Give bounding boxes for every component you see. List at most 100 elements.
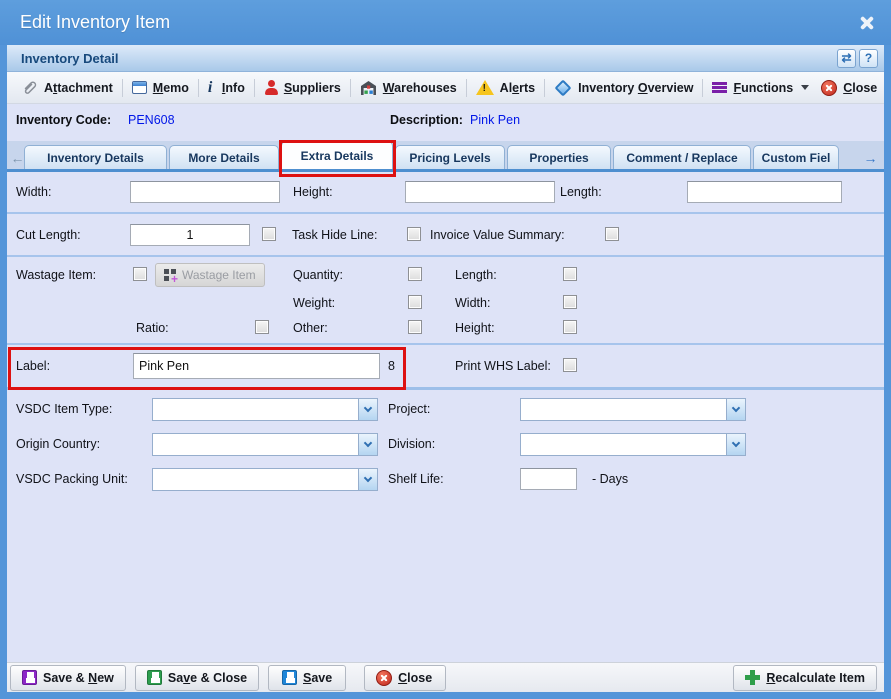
label-input[interactable] bbox=[133, 353, 380, 379]
selects-block: VSDC Item Type: Project: Origin Country:… bbox=[7, 390, 884, 502]
tab-scroll-right-button[interactable] bbox=[862, 149, 879, 166]
shelf-life-label: Shelf Life: bbox=[388, 472, 444, 486]
toolbar-separator bbox=[544, 79, 545, 97]
quantity-checkbox[interactable] bbox=[408, 267, 422, 281]
titlebar: Edit Inventory Item bbox=[0, 0, 891, 45]
help-button[interactable] bbox=[859, 49, 878, 68]
print-whs-label-label: Print WHS Label: bbox=[455, 359, 551, 373]
toolbar-item-label: Suppliers bbox=[284, 81, 341, 95]
toolbar-item-label: Inventory Overview bbox=[578, 81, 693, 95]
height-input[interactable] bbox=[405, 181, 555, 203]
height-label: Height: bbox=[293, 185, 333, 199]
task-hide-line-label: Task Hide Line: bbox=[292, 228, 377, 242]
tab-extra-details[interactable]: Extra Details bbox=[281, 141, 393, 169]
toolbar-item-functions[interactable]: Functions bbox=[706, 78, 815, 98]
recalculate-item-button[interactable]: Recalculate Item bbox=[733, 665, 877, 691]
weight-label: Weight: bbox=[293, 296, 335, 310]
chevron-down-icon bbox=[358, 399, 377, 420]
chevron-down-icon bbox=[726, 434, 745, 455]
green-squares-icon bbox=[745, 670, 760, 685]
tabs: Inventory Details More Details Extra Det… bbox=[24, 141, 841, 169]
origin-country-select[interactable] bbox=[152, 433, 378, 456]
wastage-height-checkbox[interactable] bbox=[563, 320, 577, 334]
toolbar-item-attachment[interactable]: Attachment bbox=[16, 77, 119, 99]
toolbar-item-inventory-overview[interactable]: Inventory Overview bbox=[548, 78, 699, 98]
toolbar: Attachment Memo Info Suppliers bbox=[7, 72, 884, 104]
window-close-icon[interactable] bbox=[857, 13, 877, 33]
cut-length-row: Cut Length: Task Hide Line: Invoice Valu… bbox=[7, 214, 884, 257]
length-input[interactable] bbox=[687, 181, 842, 203]
shelf-life-suffix: - Days bbox=[592, 472, 628, 486]
description-label: Description: bbox=[390, 113, 463, 127]
tab-inventory-details[interactable]: Inventory Details bbox=[24, 145, 167, 169]
save-and-close-button[interactable]: Save & Close bbox=[135, 665, 259, 691]
item-summary-row: Inventory Code: PEN608 Description: Pink… bbox=[7, 104, 884, 135]
other-label: Other: bbox=[293, 321, 328, 335]
wastage-width-checkbox[interactable] bbox=[563, 295, 577, 309]
origin-country-label: Origin Country: bbox=[16, 437, 100, 451]
toolbar-item-suppliers[interactable]: Suppliers bbox=[258, 77, 347, 98]
alert-triangle-icon bbox=[476, 80, 494, 95]
menu-bars-icon bbox=[712, 81, 727, 94]
button-label: Save & New bbox=[43, 671, 114, 685]
toolbar-item-label: Close bbox=[843, 81, 877, 95]
description-value: Pink Pen bbox=[470, 113, 520, 127]
shelf-life-input[interactable] bbox=[520, 468, 577, 490]
length-label: Length: bbox=[560, 185, 602, 199]
division-select[interactable] bbox=[520, 433, 746, 456]
diamond-icon bbox=[555, 79, 572, 96]
refresh-button[interactable] bbox=[837, 49, 856, 68]
vsdc-packing-unit-select[interactable] bbox=[152, 468, 378, 491]
toolbar-item-label: Memo bbox=[153, 81, 189, 95]
ratio-checkbox[interactable] bbox=[255, 320, 269, 334]
button-label: Save & Close bbox=[168, 671, 247, 685]
tab-pricing-levels[interactable]: Pricing Levels bbox=[395, 145, 505, 169]
cut-length-input[interactable] bbox=[130, 224, 250, 246]
close-icon bbox=[376, 670, 392, 686]
print-whs-label-checkbox[interactable] bbox=[563, 358, 577, 372]
label-row: Label: 8 Print WHS Label: bbox=[7, 345, 884, 390]
label-label: Label: bbox=[16, 359, 50, 373]
close-icon bbox=[821, 80, 837, 96]
invoice-value-summary-checkbox[interactable] bbox=[605, 227, 619, 241]
memo-icon bbox=[132, 81, 147, 94]
ratio-label: Ratio: bbox=[136, 321, 169, 335]
cut-length-checkbox[interactable] bbox=[262, 227, 276, 241]
toolbar-item-memo[interactable]: Memo bbox=[126, 78, 195, 98]
panel-header-buttons bbox=[837, 49, 878, 68]
wastage-row: Wastage Item: Wastage Item Quantity: Len… bbox=[7, 257, 884, 345]
toolbar-item-info[interactable]: Info bbox=[202, 78, 251, 98]
vsdc-item-type-select[interactable] bbox=[152, 398, 378, 421]
wastage-width-label: Width: bbox=[455, 296, 490, 310]
close-button[interactable]: Close bbox=[364, 665, 446, 691]
division-label: Division: bbox=[388, 437, 435, 451]
toolbar-close-button[interactable]: Close bbox=[815, 77, 883, 99]
toolbar-separator bbox=[198, 79, 199, 97]
toolbar-item-label: Functions bbox=[733, 81, 793, 95]
wastage-item-button[interactable]: Wastage Item bbox=[155, 263, 265, 287]
save-and-new-button[interactable]: Save & New bbox=[10, 665, 126, 691]
toolbar-item-alerts[interactable]: Alerts bbox=[470, 77, 541, 98]
width-input[interactable] bbox=[130, 181, 280, 203]
wastage-button-label: Wastage Item bbox=[182, 268, 256, 282]
weight-checkbox[interactable] bbox=[408, 295, 422, 309]
save-button[interactable]: Save bbox=[268, 665, 346, 691]
button-label: Close bbox=[398, 671, 432, 685]
extra-details-panel: Width: Height: Length: Cut Length: Task … bbox=[7, 172, 884, 662]
tab-custom-fields[interactable]: Custom Fiel bbox=[753, 145, 839, 169]
grid-plus-icon bbox=[164, 268, 177, 282]
button-label: Save bbox=[303, 671, 332, 685]
other-checkbox[interactable] bbox=[408, 320, 422, 334]
wastage-item-checkbox[interactable] bbox=[133, 267, 147, 281]
toolbar-item-label: Info bbox=[222, 81, 245, 95]
project-select[interactable] bbox=[520, 398, 746, 421]
toolbar-item-warehouses[interactable]: Warehouses bbox=[354, 77, 463, 98]
tab-comment-replace[interactable]: Comment / Replace bbox=[613, 145, 751, 169]
tab-more-details[interactable]: More Details bbox=[169, 145, 279, 169]
wastage-length-checkbox[interactable] bbox=[563, 267, 577, 281]
tab-properties[interactable]: Properties bbox=[507, 145, 611, 169]
inventory-code-label: Inventory Code: bbox=[16, 113, 111, 127]
invoice-value-summary-label: Invoice Value Summary: bbox=[430, 228, 565, 242]
inventory-code-value: PEN608 bbox=[128, 113, 175, 127]
task-hide-line-checkbox[interactable] bbox=[407, 227, 421, 241]
